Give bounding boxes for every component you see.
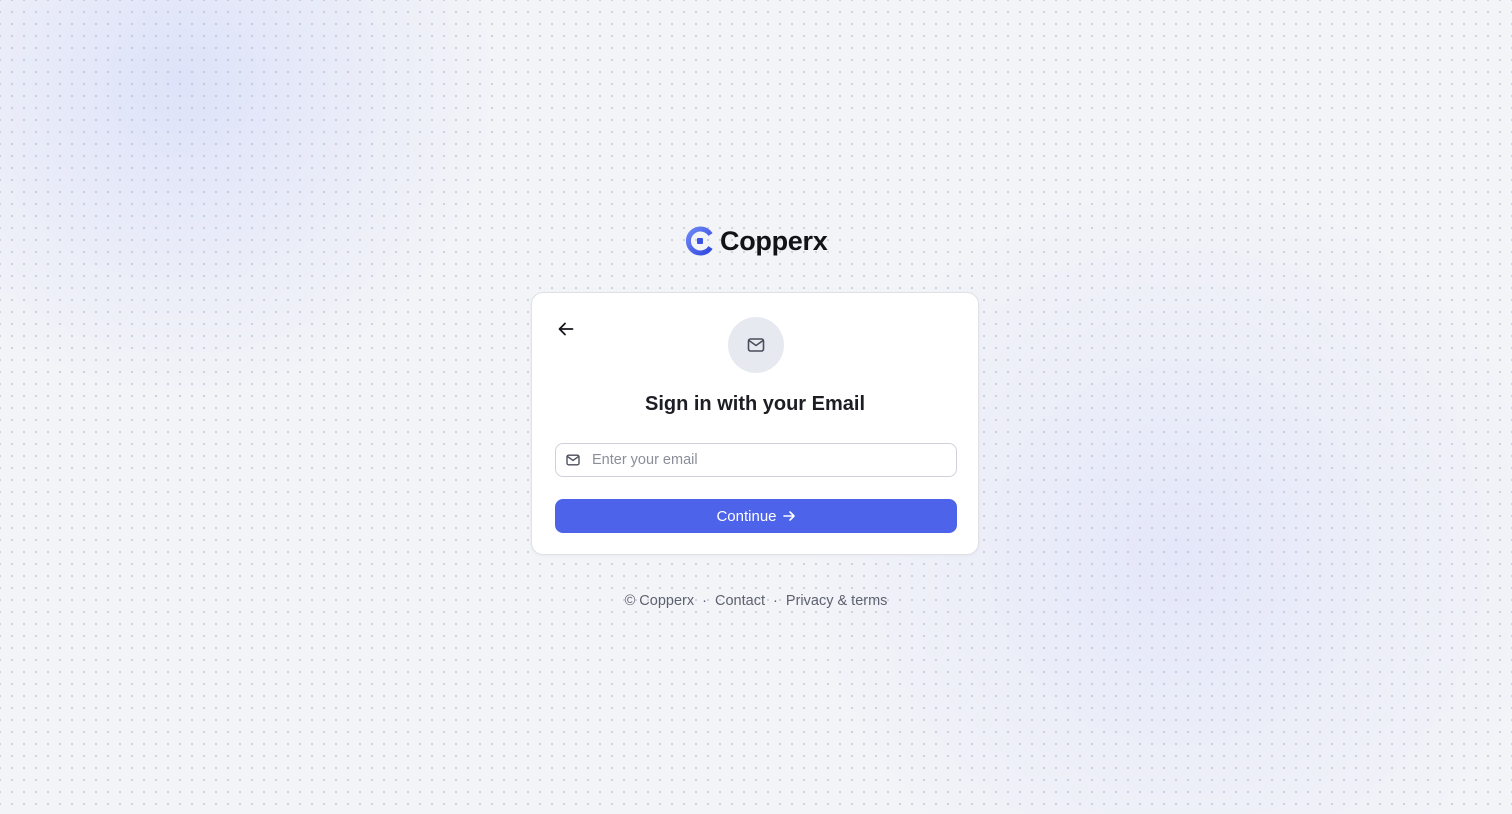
- mail-icon: [747, 338, 765, 352]
- footer-separator: ·: [702, 593, 707, 609]
- brand-logo: Copperx: [684, 224, 828, 258]
- continue-button[interactable]: Continue: [555, 499, 957, 533]
- brand-name: Copperx: [720, 225, 828, 256]
- continue-label: Continue: [716, 507, 777, 525]
- mail-icon: [565, 452, 581, 468]
- mail-badge: [728, 317, 784, 373]
- email-input[interactable]: [590, 443, 956, 477]
- footer-separator: ·: [773, 593, 778, 609]
- arrow-left-icon: [558, 322, 574, 336]
- arrow-right-icon: [782, 511, 795, 521]
- sign-in-card: Sign in with your Email Continue: [531, 292, 979, 555]
- back-button[interactable]: [552, 315, 580, 343]
- page-title: Sign in with your Email: [644, 393, 866, 415]
- copyright-text: © Copperx: [624, 593, 695, 609]
- contact-link[interactable]: Contact: [715, 593, 765, 609]
- email-field[interactable]: [555, 443, 957, 477]
- copperx-logo-icon: [685, 226, 713, 256]
- footer: © Copperx · Contact · Privacy & terms: [0, 593, 1512, 609]
- privacy-terms-link[interactable]: Privacy & terms: [786, 593, 888, 609]
